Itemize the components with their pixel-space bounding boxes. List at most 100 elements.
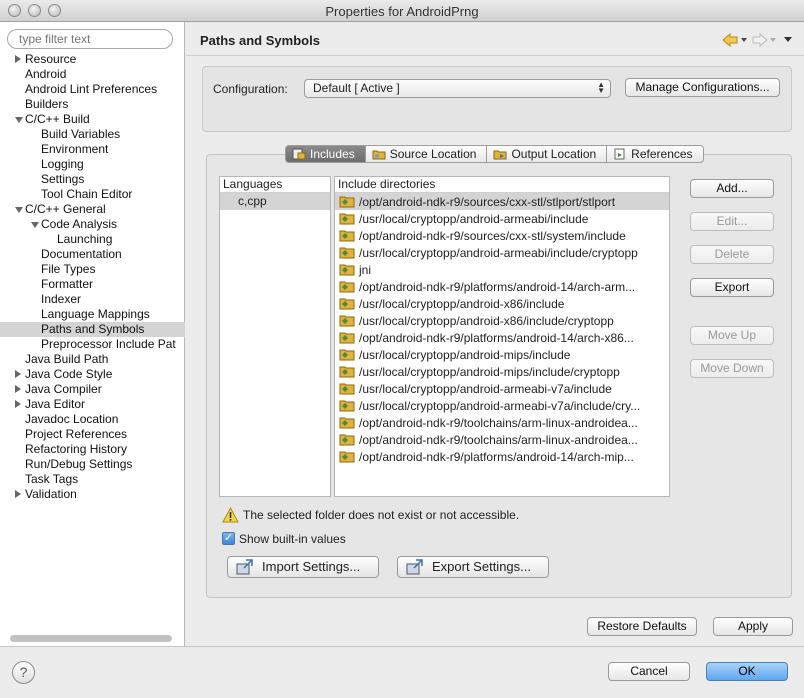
- sidebar-item[interactable]: Resource: [0, 52, 185, 67]
- sidebar-item[interactable]: Refactoring History: [0, 442, 185, 457]
- view-menu-icon[interactable]: [784, 37, 792, 42]
- sidebar-item[interactable]: Run/Debug Settings: [0, 457, 185, 472]
- sidebar-item[interactable]: Indexer: [0, 292, 185, 307]
- languages-list[interactable]: Languages c,cpp: [219, 176, 331, 497]
- sidebar-item[interactable]: Android Lint Preferences: [0, 82, 185, 97]
- list-item[interactable]: /usr/local/cryptopp/android-x86/include/…: [335, 312, 669, 329]
- list-item[interactable]: /usr/local/cryptopp/android-armeabi-v7a/…: [335, 380, 669, 397]
- include-directories-header[interactable]: Include directories: [335, 177, 669, 193]
- sidebar-item[interactable]: Tool Chain Editor: [0, 187, 185, 202]
- manage-configurations-button[interactable]: Manage Configurations...: [625, 78, 780, 97]
- list-item[interactable]: /usr/local/cryptopp/android-x86/include: [335, 295, 669, 312]
- preferences-tree: Resource Android Android Lint Preferences B…: [0, 52, 185, 502]
- delete-button[interactable]: Delete: [690, 245, 774, 264]
- tab-output-location[interactable]: Output Location: [487, 145, 608, 163]
- cancel-button[interactable]: Cancel: [608, 662, 690, 681]
- show-builtin-label[interactable]: Show built-in values: [239, 532, 346, 546]
- expand-arrow-icon[interactable]: [15, 207, 23, 213]
- filter-input[interactable]: [7, 29, 173, 49]
- sidebar-item[interactable]: Build Variables: [0, 127, 185, 142]
- sidebar-item[interactable]: Android: [0, 67, 185, 82]
- sidebar-item-label: Builders: [25, 97, 69, 111]
- tab-includes[interactable]: Includes: [285, 145, 366, 163]
- collapse-arrow-icon[interactable]: [15, 490, 21, 498]
- list-item[interactable]: /opt/android-ndk-r9/sources/cxx-stl/syst…: [335, 227, 669, 244]
- sidebar-item-label: C/C++ General: [25, 202, 106, 216]
- sidebar-item[interactable]: C/C++ Build: [0, 112, 185, 127]
- sidebar-item-label: Settings: [41, 172, 85, 186]
- tab-label: Source Location: [389, 147, 477, 161]
- sidebar-item[interactable]: Preprocessor Include Pat: [0, 337, 185, 352]
- export-settings-button[interactable]: Export Settings...: [397, 556, 549, 578]
- warning-message: The selected folder does not exist or no…: [243, 508, 520, 522]
- collapse-arrow-icon[interactable]: [15, 400, 21, 408]
- sidebar-item[interactable]: Validation: [0, 487, 185, 502]
- list-item[interactable]: /usr/local/cryptopp/android-armeabi/incl…: [335, 210, 669, 227]
- list-item[interactable]: /usr/local/cryptopp/android-mips/include: [335, 346, 669, 363]
- move-up-button[interactable]: Move Up: [690, 326, 774, 345]
- sidebar-item[interactable]: Language Mappings: [0, 307, 185, 322]
- sidebar-item[interactable]: Documentation: [0, 247, 185, 262]
- list-item[interactable]: /opt/android-ndk-r9/platforms/android-14…: [335, 278, 669, 295]
- list-item[interactable]: /usr/local/cryptopp/android-armeabi-v7a/…: [335, 397, 669, 414]
- tab-source-location[interactable]: Source Location: [365, 145, 488, 163]
- include-path: jni: [359, 262, 372, 277]
- sidebar-item[interactable]: Java Code Style: [0, 367, 185, 382]
- list-item[interactable]: /opt/android-ndk-r9/toolchains/arm-linux…: [335, 414, 669, 431]
- sidebar-item[interactable]: Java Build Path: [0, 352, 185, 367]
- languages-header[interactable]: Languages: [220, 177, 330, 193]
- sidebar-item[interactable]: Java Editor: [0, 397, 185, 412]
- collapse-arrow-icon[interactable]: [15, 385, 21, 393]
- ok-button[interactable]: OK: [706, 662, 788, 681]
- sidebar-item[interactable]: File Types: [0, 262, 185, 277]
- sidebar-item[interactable]: Launching: [0, 232, 185, 247]
- sidebar-item[interactable]: Formatter: [0, 277, 185, 292]
- expand-arrow-icon[interactable]: [31, 222, 39, 228]
- expand-arrow-icon[interactable]: [15, 117, 23, 123]
- include-directories-list[interactable]: Include directories /opt/android-ndk-r9/…: [334, 176, 670, 497]
- back-arrow-icon[interactable]: [722, 32, 747, 48]
- move-down-button[interactable]: Move Down: [690, 359, 774, 378]
- list-item[interactable]: /usr/local/cryptopp/android-mips/include…: [335, 363, 669, 380]
- show-builtin-checkbox[interactable]: ✓: [222, 532, 235, 545]
- sidebar-item-label: Resource: [25, 52, 77, 66]
- sidebar-item[interactable]: Project References: [0, 427, 185, 442]
- includes-icon: [292, 148, 306, 160]
- forward-arrow-icon[interactable]: [752, 32, 776, 48]
- sidebar-item[interactable]: Logging: [0, 157, 185, 172]
- sidebar-scrollbar[interactable]: [10, 635, 172, 642]
- help-button[interactable]: ?: [12, 661, 35, 684]
- list-item[interactable]: c,cpp: [220, 193, 330, 210]
- sidebar-item[interactable]: Java Compiler: [0, 382, 185, 397]
- collapse-arrow-icon[interactable]: [15, 370, 21, 378]
- tab-references[interactable]: References: [607, 145, 704, 163]
- list-item[interactable]: /opt/android-ndk-r9/sources/cxx-stl/stlp…: [335, 193, 669, 210]
- sidebar-item[interactable]: Settings: [0, 172, 185, 187]
- sidebar-item[interactable]: C/C++ General: [0, 202, 185, 217]
- import-settings-label: Import Settings...: [262, 559, 361, 574]
- list-item[interactable]: /opt/android-ndk-r9/platforms/android-14…: [335, 448, 669, 465]
- sidebar-item-label: Java Code Style: [25, 367, 113, 381]
- list-item[interactable]: /opt/android-ndk-r9/platforms/android-14…: [335, 329, 669, 346]
- include-path: /usr/local/cryptopp/android-x86/include: [359, 296, 565, 311]
- sidebar-item-label: Java Editor: [25, 397, 86, 411]
- sidebar-item[interactable]: Environment: [0, 142, 185, 157]
- sidebar-item[interactable]: Javadoc Location: [0, 412, 185, 427]
- import-settings-button[interactable]: Import Settings...: [227, 556, 379, 578]
- edit-button[interactable]: Edit...: [690, 212, 774, 231]
- list-item[interactable]: /opt/android-ndk-r9/toolchains/arm-linux…: [335, 431, 669, 448]
- apply-button[interactable]: Apply: [713, 617, 793, 636]
- window-title: Properties for AndroidPrng: [325, 4, 479, 19]
- restore-defaults-button[interactable]: Restore Defaults: [587, 617, 697, 636]
- collapse-arrow-icon[interactable]: [15, 55, 21, 63]
- add-button[interactable]: Add...: [690, 179, 774, 198]
- list-item[interactable]: jni: [335, 261, 669, 278]
- sidebar-item[interactable]: Code Analysis: [0, 217, 185, 232]
- sidebar-item-label: Project References: [25, 427, 128, 441]
- configuration-select[interactable]: Default [ Active ] ▲ ▼: [304, 79, 611, 98]
- sidebar-item[interactable]: Task Tags: [0, 472, 185, 487]
- sidebar-item[interactable]: Paths and Symbols: [0, 322, 185, 337]
- sidebar-item[interactable]: Builders: [0, 97, 185, 112]
- list-item[interactable]: /usr/local/cryptopp/android-armeabi/incl…: [335, 244, 669, 261]
- export-button[interactable]: Export: [690, 278, 774, 297]
